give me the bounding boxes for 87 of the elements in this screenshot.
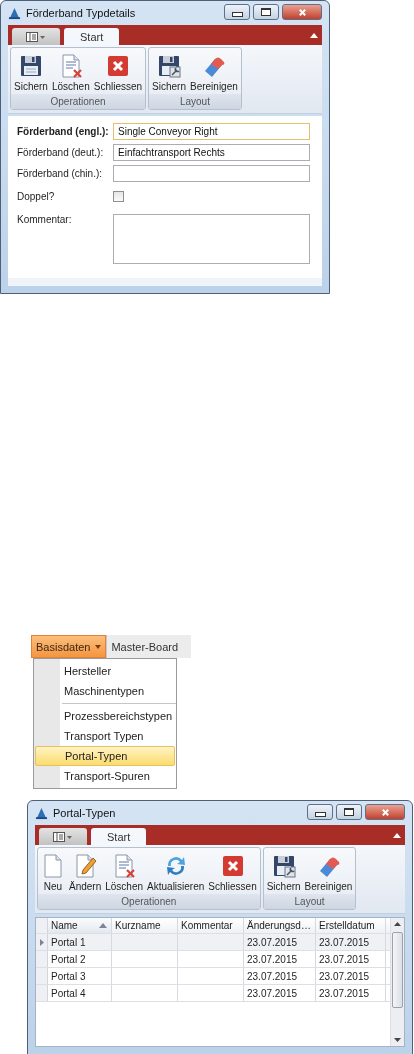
table-cell: Portal 3 (48, 968, 112, 984)
input-field[interactable]: Single Conveyor Right (113, 122, 310, 140)
floppy-wrench-icon (271, 854, 296, 878)
ribbon-tab[interactable]: Start (64, 28, 120, 45)
menu-item[interactable]: Maschinentypen (34, 681, 176, 701)
table-cell: 23.07.2015 (244, 934, 316, 950)
minimize-button[interactable] (224, 4, 250, 20)
window-title: Förderband Typdetails (26, 7, 137, 19)
ribbon-button[interactable]: Sichern (12, 50, 50, 94)
table-cell: 23.07.2015 (316, 934, 386, 950)
scrollbar[interactable] (390, 918, 404, 1046)
ribbon-button[interactable]: Ändern (67, 850, 104, 894)
ribbon-tab[interactable]: Start (91, 828, 147, 845)
ribbon-button[interactable]: Löschen (103, 850, 146, 894)
close-button[interactable] (365, 804, 405, 820)
menu-item[interactable]: Portal-Typen (35, 746, 175, 766)
floppy-wrench-icon (157, 54, 182, 78)
close-icon (380, 807, 390, 817)
column-header[interactable]: Kommentar (178, 918, 244, 933)
field-label: Förderband (deut.): (17, 146, 105, 158)
table-cell: 23.07.2015 (316, 985, 386, 1001)
minimize-icon (231, 12, 243, 17)
ribbon-button[interactable]: Schliessen (91, 50, 145, 94)
app-logo-icon (35, 806, 48, 820)
close-icon (220, 854, 245, 878)
maximize-icon (344, 808, 354, 816)
window-title: Portal-Typen (53, 807, 117, 819)
column-header[interactable]: Name (48, 918, 112, 933)
app-menu-tab[interactable] (12, 28, 60, 45)
menu-item[interactable]: Prozessbereichstypen (34, 706, 176, 726)
table-cell: 23.07.2015 (244, 985, 316, 1001)
ribbon-button[interactable]: Bereinigen (188, 50, 240, 94)
input-field[interactable]: Einfachtransport Rechts (113, 143, 310, 161)
scroll-down-icon[interactable] (394, 1038, 401, 1042)
ribbon-button[interactable]: Schliessen (206, 850, 259, 894)
table-cell: Portal 1 (48, 934, 112, 950)
column-header[interactable]: Kurzname (112, 918, 178, 933)
collapse-icon[interactable] (310, 32, 318, 38)
panel-icon (26, 31, 46, 42)
input-field[interactable] (113, 164, 310, 182)
field-label: Förderband (engl.): (17, 125, 110, 137)
close-icon (297, 7, 307, 17)
field-label: Doppel? (17, 190, 56, 202)
menu-item[interactable]: Transport Typen (34, 726, 176, 746)
minimize-button[interactable] (307, 804, 333, 820)
menu-item[interactable]: Hersteller (34, 661, 176, 681)
sort-arrow-icon (99, 923, 107, 928)
ribbon-button[interactable]: Sichern (264, 850, 303, 894)
maximize-icon (261, 8, 271, 16)
app-menu-tab[interactable] (39, 828, 87, 845)
table-cell: 23.07.2015 (244, 968, 316, 984)
table-cell: 23.07.2015 (316, 951, 386, 967)
table-cell: Portal 2 (48, 951, 112, 967)
document-pencil-icon (73, 854, 98, 878)
group-label: Operationen (38, 894, 260, 909)
app-logo-icon (8, 6, 21, 20)
ribbon-button[interactable]: Sichern (150, 50, 188, 94)
checkbox[interactable] (113, 190, 124, 202)
scroll-up-icon[interactable] (394, 922, 401, 926)
group-label: Layout (149, 94, 241, 109)
column-header[interactable]: Änderungsd… (244, 918, 316, 933)
close-button[interactable] (282, 4, 322, 20)
ribbon-button[interactable]: Aktualisieren (145, 850, 207, 894)
table-cell: 23.07.2015 (316, 968, 386, 984)
caret-icon (95, 644, 102, 649)
group-label: Layout (263, 894, 356, 909)
maximize-button[interactable] (253, 4, 279, 20)
ribbon-button[interactable]: Bereinigen (302, 850, 355, 894)
comment-field[interactable] (113, 214, 310, 264)
collapse-icon[interactable] (393, 832, 401, 838)
ribbon-button[interactable]: Löschen (49, 50, 92, 94)
document-delete-icon (112, 854, 137, 878)
field-label: Förderband (chin.): (17, 167, 104, 179)
group-label: Operationen (11, 94, 146, 109)
panel-icon (53, 831, 73, 842)
menu-tab[interactable]: Basisdaten (31, 635, 107, 658)
column-header[interactable]: Erstelldatum (316, 918, 386, 933)
field-label: Kommentar: (17, 214, 73, 225)
minimize-icon (314, 812, 326, 817)
scroll-thumb[interactable] (392, 932, 403, 1008)
table-cell: Portal 4 (48, 985, 112, 1001)
menu-item[interactable]: Transport-Spuren (34, 766, 176, 786)
new-document-icon (41, 854, 65, 878)
close-icon (105, 54, 130, 78)
ribbon-button[interactable]: Neu (39, 850, 67, 894)
maximize-button[interactable] (336, 804, 362, 820)
table-cell: 23.07.2015 (244, 951, 316, 967)
